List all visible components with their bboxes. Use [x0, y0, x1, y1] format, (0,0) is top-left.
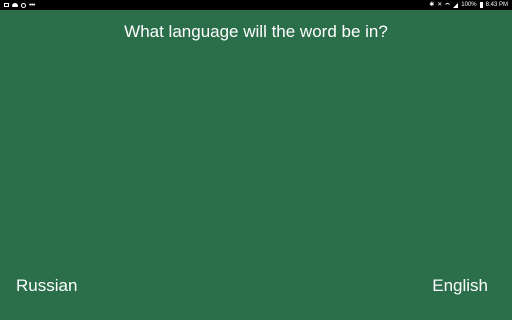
- battery-icon: [479, 2, 483, 8]
- option-russian-button[interactable]: Russian: [16, 276, 77, 296]
- app-screen: ••• ✱ ✕ 100% 8:43 PM What language will …: [0, 0, 512, 320]
- status-bar: ••• ✱ ✕ 100% 8:43 PM: [0, 0, 512, 10]
- cloud-icon: [12, 3, 18, 7]
- wifi-icon: [445, 2, 451, 8]
- bluetooth-icon: ✱: [429, 2, 435, 8]
- status-right-icons: ✱ ✕ 100% 8:43 PM: [429, 2, 508, 8]
- option-english-button[interactable]: English: [432, 276, 488, 296]
- question-text: What language will the word be in?: [124, 22, 388, 41]
- sync-icon: [21, 2, 26, 8]
- more-dots-icon: •••: [29, 1, 35, 9]
- mute-icon: ✕: [437, 2, 443, 8]
- status-left-icons: •••: [4, 2, 35, 9]
- status-time: 8:43 PM: [485, 2, 508, 8]
- signal-icon: [453, 2, 459, 8]
- gallery-icon: [4, 3, 9, 7]
- battery-percent: 100%: [461, 2, 477, 8]
